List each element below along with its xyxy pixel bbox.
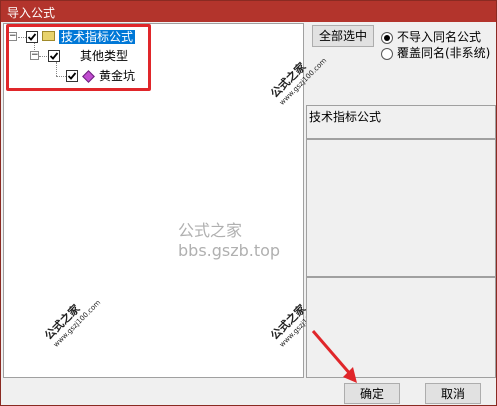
cancel-button[interactable]: 取消 bbox=[425, 383, 481, 404]
info-label-panel: 技术指标公式 bbox=[306, 105, 496, 139]
ok-button[interactable]: 确定 bbox=[344, 383, 400, 404]
center-watermark: 公式之家 bbs.gszb.top bbox=[178, 221, 281, 260]
corner-watermark: 公式之家 www.gszj100.com bbox=[42, 298, 103, 349]
radio-overwrite[interactable]: 覆盖同名(非系统) bbox=[381, 44, 490, 61]
red-arrow-annotation bbox=[311, 330, 357, 383]
radio-overwrite-label: 覆盖同名(非系统) bbox=[397, 46, 491, 60]
radio-dot-selected-icon[interactable] bbox=[381, 31, 393, 44]
title-bar[interactable]: 导入公式 bbox=[1, 1, 496, 22]
info-panel-label: 技术指标公式 bbox=[309, 110, 382, 124]
radio-no-import[interactable]: 不导入同名公式 bbox=[381, 28, 481, 45]
highlight-box-annotation bbox=[6, 24, 151, 91]
info-detail-panel bbox=[306, 139, 496, 277]
radio-no-import-label: 不导入同名公式 bbox=[397, 30, 482, 44]
corner-watermark: 公式之家 www.gszj100.com bbox=[268, 56, 329, 107]
window-title: 导入公式 bbox=[7, 6, 56, 20]
import-formula-dialog: 导入公式 − 技术指标公式 − 其他类型 黄金坑 公式之家 bbs.gszb.t… bbox=[0, 0, 497, 406]
select-all-button[interactable]: 全部选中 bbox=[312, 25, 374, 47]
radio-dot-icon[interactable] bbox=[381, 47, 393, 60]
